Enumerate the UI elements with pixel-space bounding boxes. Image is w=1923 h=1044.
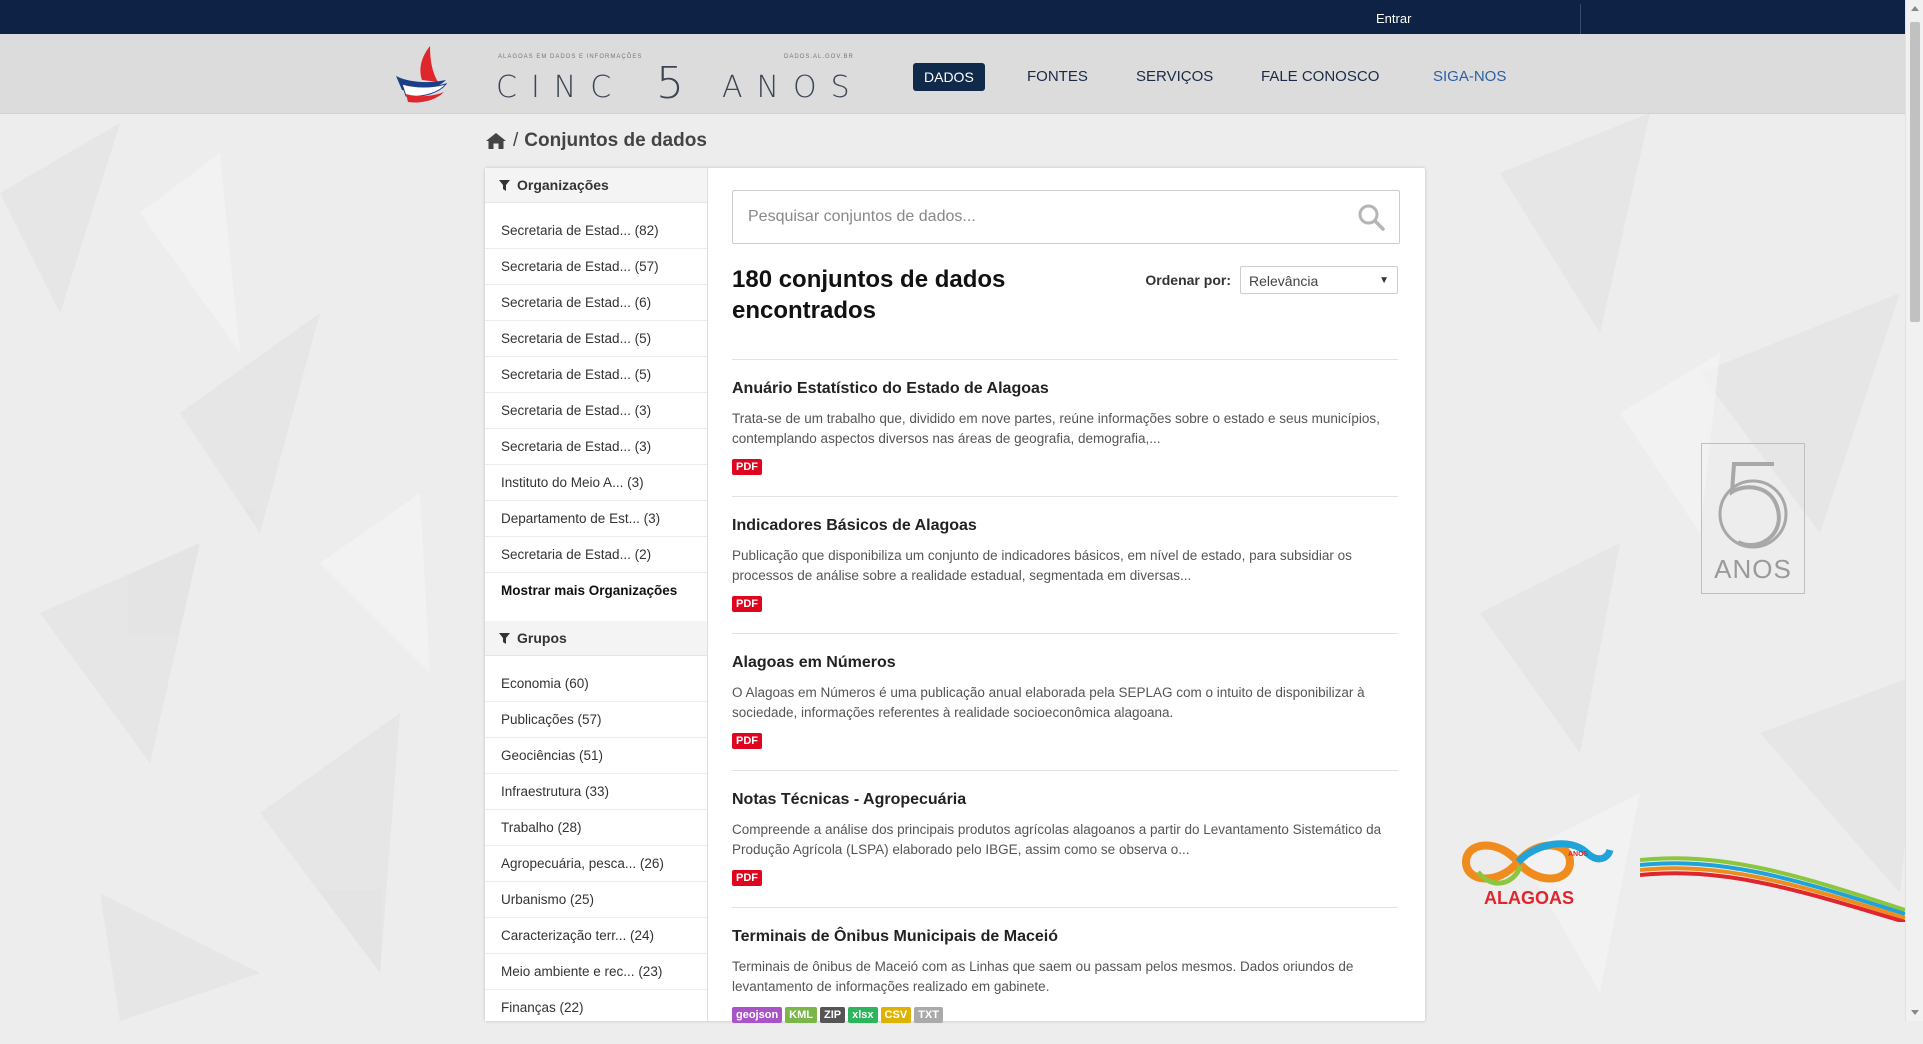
dataset-description: Compreende a análise dos principais prod… [732, 822, 1382, 857]
format-badge[interactable]: PDF [732, 870, 762, 886]
facet-org-item[interactable]: Secretaria de Estad... (6) [485, 285, 707, 321]
logo-word-right: ANOS [722, 70, 864, 105]
bird-logo-icon[interactable] [392, 42, 452, 104]
dataset-description: Terminais de ônibus de Maceió com as Lin… [732, 959, 1354, 994]
nav-siga-nos[interactable]: SIGA-NOS [1433, 62, 1506, 92]
nav-fontes[interactable]: FONTES [1027, 62, 1088, 92]
five-years-badge-text: ANOS [1714, 554, 1792, 584]
logo-tagline: ALAGOAS EM DADOS E INFORMAÇÕES [498, 54, 643, 60]
facet-org-item[interactable]: Secretaria de Estad... (3) [485, 429, 707, 465]
dataset-formats: PDF [732, 733, 762, 749]
search-input[interactable] [733, 191, 1330, 243]
chevron-down-icon: ▼ [1379, 275, 1389, 286]
main-panel: Organizações Secretaria de Estad... (82)… [485, 168, 1425, 1026]
facet-group-item[interactable]: Agropecuária, pesca... (26) [485, 846, 707, 882]
topbar-divider [1580, 4, 1581, 34]
five-years-badge: ANOS [1701, 443, 1805, 594]
search-icon[interactable] [1357, 203, 1385, 231]
sort-label: Ordenar por: [1145, 272, 1231, 288]
dataset-title[interactable]: Indicadores Básicos de Alagoas [732, 517, 977, 535]
dataset-title[interactable]: Alagoas em Números [732, 654, 896, 672]
dataset-item: Indicadores Básicos de Alagoas Publicaçã… [732, 496, 1398, 633]
dataset-title[interactable]: Terminais de Ônibus Municipais de Maceió [732, 928, 1058, 946]
breadcrumb-current[interactable]: Conjuntos de dados [524, 130, 707, 152]
facet-org-item[interactable]: Secretaria de Estad... (82) [485, 213, 707, 249]
dataset-formats: PDF [732, 596, 762, 612]
login-link[interactable]: Entrar [1376, 0, 1411, 34]
facet-group-item[interactable]: Urbanismo (25) [485, 882, 707, 918]
breadcrumb: / Conjuntos de dados [485, 128, 707, 154]
site-logo-wordmark[interactable]: ALAGOAS EM DADOS E INFORMAÇÕES DADOS.AL.… [496, 50, 856, 109]
dataset-item: Notas Técnicas - Agropecuária Compreende… [732, 770, 1398, 907]
dataset-item: Alagoas em Números O Alagoas em Números … [732, 633, 1398, 770]
sort-select[interactable]: Relevância ▼ [1240, 266, 1398, 294]
alagoas-anniversary-logo: ANOS ALAGOAS [1461, 840, 1614, 908]
dataset-list: Anuário Estatístico do Estado de Alagoas… [732, 359, 1398, 1044]
facet-sidebar: Organizações Secretaria de Estad... (82)… [485, 168, 708, 1026]
facet-org-item[interactable]: Secretaria de Estad... (3) [485, 393, 707, 429]
home-icon[interactable] [485, 132, 507, 150]
logo-numeral: 5 [656, 58, 684, 109]
scrollbar-thumb[interactable] [1910, 22, 1920, 322]
facet-groups-block: Grupos Economia (60) Publicações (57) Ge… [485, 621, 707, 1026]
nav-dados[interactable]: DADOS [913, 63, 985, 91]
logo-domain: DADOS.AL.GOV.BR [784, 54, 854, 60]
facet-group-item[interactable]: Trabalho (28) [485, 810, 707, 846]
logo-word-left: CINC [496, 70, 626, 105]
format-badge[interactable]: PDF [732, 459, 762, 475]
facet-organizations-title: Organizações [517, 177, 609, 193]
decorative-ribbon [1640, 856, 1905, 922]
facet-groups-title: Grupos [517, 630, 567, 646]
facet-organizations-list: Secretaria de Estad... (82) Secretaria d… [485, 203, 707, 608]
top-bar: Entrar [0, 0, 1923, 34]
nav-fale-conosco[interactable]: FALE CONOSCO [1261, 62, 1379, 92]
sort-control: Ordenar por: Relevância ▼ [1145, 266, 1398, 294]
facet-groups-header: Grupos [485, 621, 707, 656]
results-content: 180 conjuntos de dados encontrados Orden… [732, 190, 1400, 1044]
facet-group-item[interactable]: Caracterização terr... (24) [485, 918, 707, 954]
facet-groups-list: Economia (60) Publicações (57) Geociênci… [485, 656, 707, 1026]
facet-group-item[interactable]: Infraestrutura (33) [485, 774, 707, 810]
facet-org-item[interactable]: Secretaria de Estad... (2) [485, 537, 707, 573]
filter-icon [499, 179, 510, 191]
facet-group-item[interactable]: Meio ambiente e rec... (23) [485, 954, 707, 990]
facet-org-item[interactable]: Secretaria de Estad... (5) [485, 321, 707, 357]
scroll-down-arrow-icon[interactable] [1911, 1010, 1919, 1015]
nav-servicos[interactable]: SERVIÇOS [1136, 62, 1213, 92]
dataset-description: Publicação que disponibiliza um conjunto… [732, 548, 1352, 583]
facet-organizations-header: Organizações [485, 168, 707, 203]
filter-icon [499, 632, 510, 644]
alagoas-logo-text: ALAGOAS [1484, 888, 1574, 908]
format-badge[interactable]: PDF [732, 596, 762, 612]
alagoas-logo-anos: ANOS [1568, 851, 1589, 858]
result-count: 180 conjuntos de dados encontrados [732, 266, 1006, 324]
dataset-title[interactable]: Anuário Estatístico do Estado de Alagoas [732, 380, 1049, 398]
dataset-formats: PDF [732, 459, 762, 475]
page-scrollbar[interactable] [1905, 0, 1923, 1021]
format-badge[interactable]: PDF [732, 733, 762, 749]
dataset-description: Trata-se de um trabalho que, dividido em… [732, 411, 1380, 446]
facet-group-item[interactable]: Economia (60) [485, 666, 707, 702]
facet-group-item[interactable]: Geociências (51) [485, 738, 707, 774]
sort-selected-value: Relevância [1249, 273, 1319, 289]
facet-org-item[interactable]: Secretaria de Estad... (5) [485, 357, 707, 393]
results-header: 180 conjuntos de dados encontrados Orden… [732, 264, 1398, 359]
dataset-item: Terminais de Ônibus Municipais de Maceió… [732, 907, 1398, 1044]
show-more-organizations-link[interactable]: Mostrar mais Organizações [485, 573, 707, 608]
dataset-formats: PDF [732, 870, 762, 886]
site-header: ALAGOAS EM DADOS E INFORMAÇÕES DADOS.AL.… [0, 34, 1923, 114]
facet-org-item[interactable]: Secretaria de Estad... (57) [485, 249, 707, 285]
facet-org-item[interactable]: Instituto do Meio A... (3) [485, 465, 707, 501]
facet-group-item[interactable]: Publicações (57) [485, 702, 707, 738]
dataset-title[interactable]: Notas Técnicas - Agropecuária [732, 791, 966, 809]
search-box [732, 190, 1400, 244]
breadcrumb-separator: / [513, 130, 519, 151]
scroll-up-arrow-icon[interactable] [1911, 6, 1919, 11]
facet-org-item[interactable]: Departamento de Est... (3) [485, 501, 707, 537]
dataset-description: O Alagoas em Números é uma publicação an… [732, 685, 1365, 720]
dataset-item: Anuário Estatístico do Estado de Alagoas… [732, 359, 1398, 496]
